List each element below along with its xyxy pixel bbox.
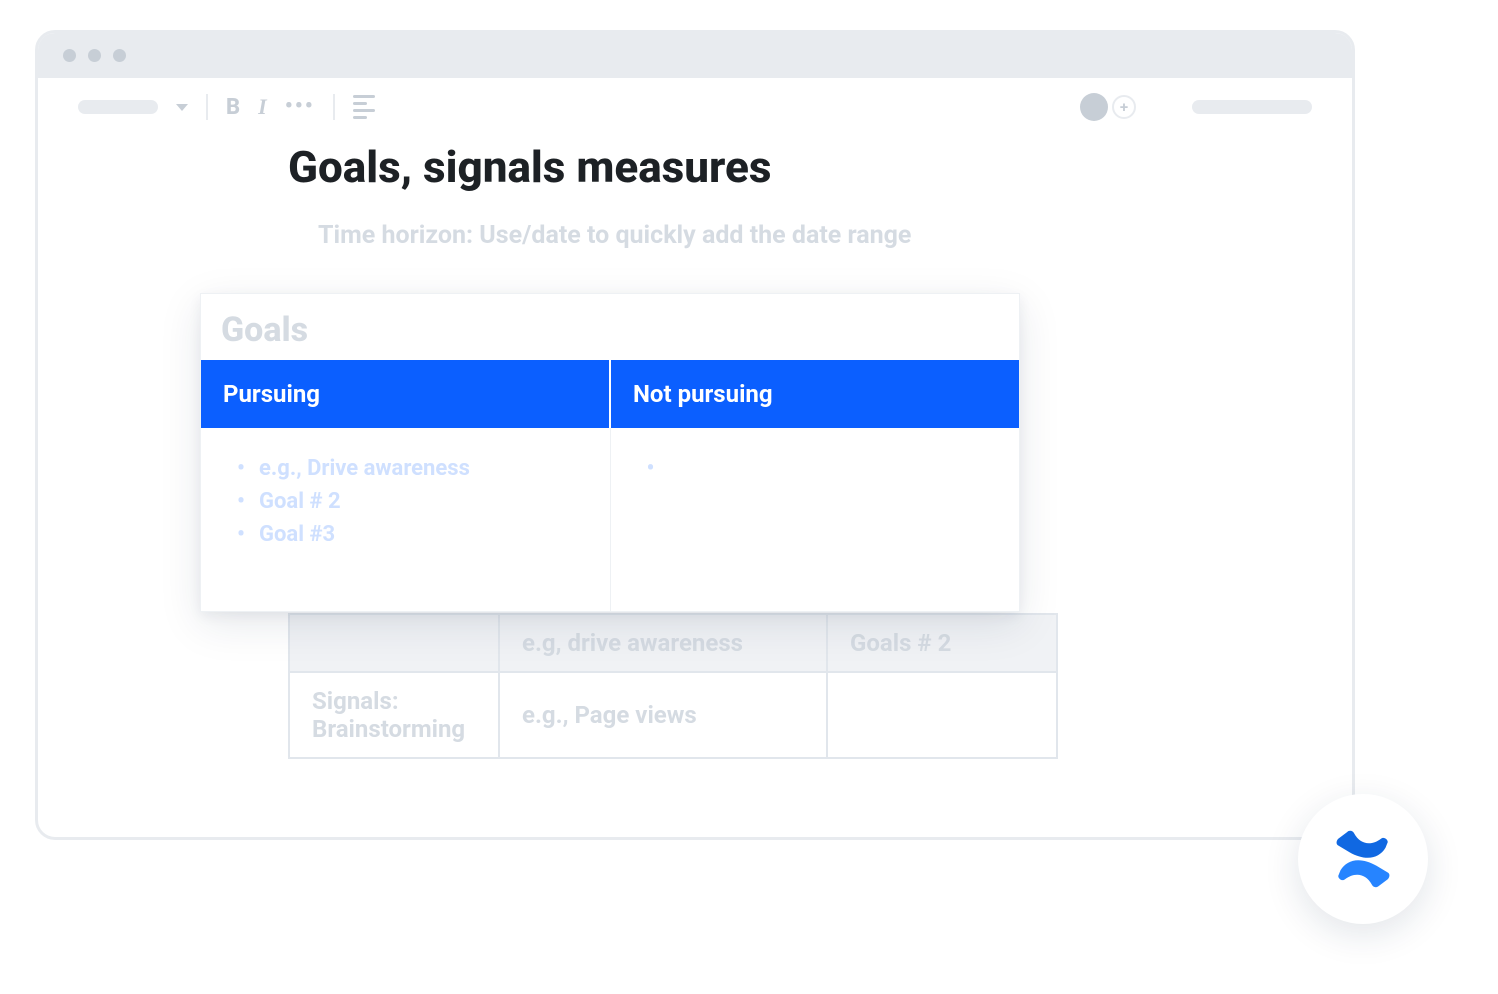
sm-col-header-1: e.g, drive awareness: [499, 614, 827, 672]
signals-measures-table[interactable]: e.g, drive awareness Goals # 2 Signals: …: [288, 613, 1058, 759]
publish-button[interactable]: [1192, 100, 1312, 114]
goals-header-not-pursuing: Not pursuing: [610, 360, 1019, 428]
toolbar-divider: [206, 94, 208, 120]
sm-cell[interactable]: e.g., Page views: [499, 672, 827, 758]
list-item: Goal #3: [237, 518, 588, 551]
page-title: Goals, signals measures: [288, 141, 1272, 193]
window-titlebar: [38, 33, 1352, 78]
window-maximize-dot[interactable]: [113, 49, 126, 62]
goals-card: Goals Pursuing Not pursuing e.g., Drive …: [200, 293, 1020, 612]
goals-table[interactable]: Pursuing Not pursuing e.g., Drive awaren…: [201, 360, 1019, 611]
chevron-down-icon[interactable]: [176, 104, 188, 111]
time-horizon-hint: Time horizon: Use/date to quickly add th…: [318, 221, 1272, 250]
sm-col-header-2: Goals # 2: [827, 614, 1057, 672]
window-close-dot[interactable]: [63, 49, 76, 62]
goals-header-pursuing: Pursuing: [201, 360, 610, 428]
bold-button[interactable]: B: [226, 95, 240, 120]
confluence-icon: [1327, 823, 1399, 895]
more-formatting-button[interactable]: •••: [285, 104, 315, 110]
window-minimize-dot[interactable]: [88, 49, 101, 62]
list-item: e.g., Drive awareness: [237, 452, 588, 485]
italic-button[interactable]: I: [258, 94, 267, 120]
goals-card-title: Goals: [201, 294, 1019, 360]
style-selector[interactable]: [78, 100, 158, 114]
avatar[interactable]: [1080, 93, 1108, 121]
sm-row-label: Signals: Brainstorming: [289, 672, 499, 758]
align-left-icon[interactable]: [353, 95, 375, 119]
editor-toolbar: B I ••• +: [38, 78, 1352, 136]
confluence-logo-badge: [1298, 794, 1428, 924]
list-item: Goal # 2: [237, 485, 588, 518]
sm-cell[interactable]: [827, 672, 1057, 758]
add-collaborator-button[interactable]: +: [1112, 95, 1136, 119]
toolbar-divider: [333, 94, 335, 120]
goals-not-pursuing-cell[interactable]: [610, 428, 1019, 611]
goals-pursuing-cell[interactable]: e.g., Drive awareness Goal # 2 Goal #3: [201, 428, 610, 611]
